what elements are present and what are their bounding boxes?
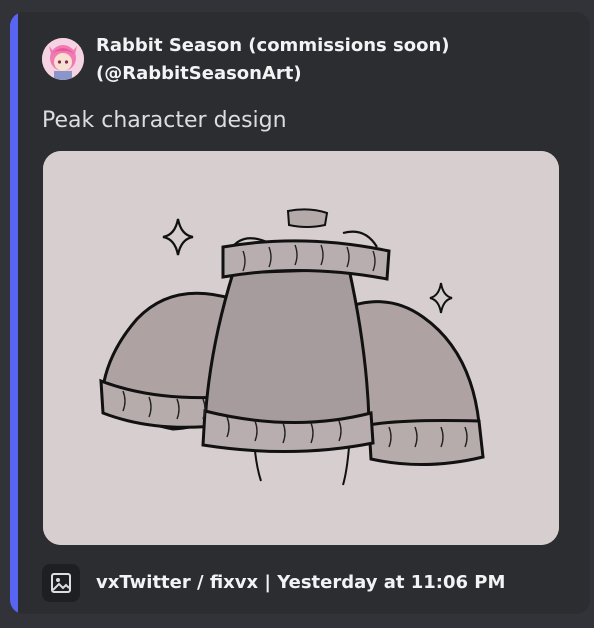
sweater-sketch-image [43,151,559,545]
embed-author: Rabbit Season (commissions soon) (@Rabbi… [42,32,450,88]
image-icon [42,564,80,602]
author-handle: (@RabbitSeasonArt) [96,63,302,84]
embed-description: Peak character design [42,108,287,133]
author-avatar[interactable] [42,38,84,80]
author-name-link[interactable]: Rabbit Season (commissions soon) (@Rabbi… [96,32,450,88]
embed-accent-bar [10,12,18,614]
author-display-name: Rabbit Season (commissions soon) [96,35,450,56]
avatar-pink-hair-icon [42,38,84,80]
footer-text: vxTwitter / fixvx | Yesterday at 11:06 P… [96,572,506,593]
embed-image[interactable] [43,151,559,545]
embed-footer: vxTwitter / fixvx | Yesterday at 11:06 P… [42,564,505,602]
twitter-embed: Rabbit Season (commissions soon) (@Rabbi… [10,12,590,614]
